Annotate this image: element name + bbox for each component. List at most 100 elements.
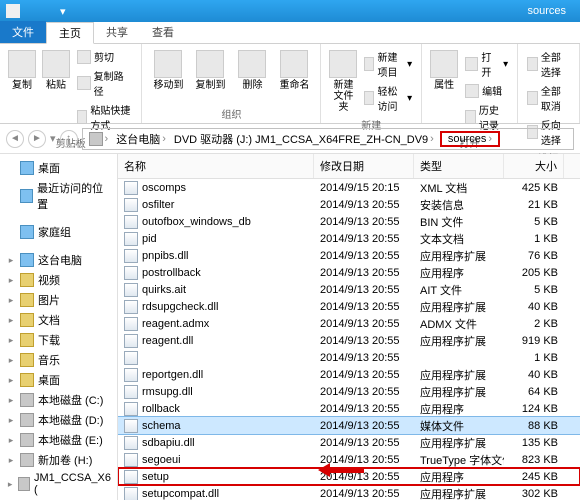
file-size: 124 KB [504, 402, 564, 416]
forward-button[interactable]: ► [28, 130, 46, 148]
file-row[interactable]: setupcompat.dll 2014/9/13 20:55 应用程序扩展 3… [118, 485, 580, 500]
sidebar-item[interactable]: ▸桌面 [2, 370, 115, 390]
qat-dropdown-icon[interactable]: ▾ [60, 5, 72, 17]
file-icon [124, 385, 138, 399]
delete-button[interactable]: 删除 [232, 48, 272, 93]
file-row[interactable]: reportgen.dll 2014/9/13 20:55 应用程序扩展 40 … [118, 366, 580, 383]
column-date[interactable]: 修改日期 [314, 154, 414, 178]
sidebar-label: 家庭组 [38, 224, 71, 240]
file-row[interactable]: osfilter 2014/9/13 20:55 安装信息 21 KB [118, 196, 580, 213]
file-date: 2014/9/13 20:55 [314, 351, 414, 365]
sidebar-label: 本地磁盘 (C:) [38, 392, 103, 408]
select-all-button[interactable]: 全部选择 [524, 48, 573, 80]
properties-button[interactable]: 属性 [428, 48, 460, 93]
sidebar-item[interactable]: 桌面 [2, 158, 115, 178]
column-size[interactable]: 大小 [504, 154, 564, 178]
open-button[interactable]: 打开 ▾ [462, 48, 511, 80]
column-headers: 名称 修改日期 类型 大小 [118, 154, 580, 179]
file-name: reagent.admx [142, 318, 209, 330]
file-icon [124, 453, 138, 467]
select-none-button[interactable]: 全部取消 [524, 82, 573, 114]
rename-button[interactable]: 重命名 [274, 48, 314, 93]
file-row[interactable]: postrollback 2014/9/13 20:55 应用程序 205 KB [118, 264, 580, 281]
sidebar-item[interactable]: ▸JM1_CCSA_X6 ( [2, 470, 115, 498]
copy-to-icon [196, 50, 224, 78]
tab-home[interactable]: 主页 [46, 22, 94, 44]
file-row[interactable]: reagent.admx 2014/9/13 20:55 ADMX 文件 2 K… [118, 315, 580, 332]
sidebar-item[interactable]: 最近访问的位置 [2, 178, 115, 214]
sidebar-item[interactable]: ▸新加卷 (H:) [2, 450, 115, 470]
file-size: 40 KB [504, 368, 564, 382]
sidebar-item[interactable]: ▸本地磁盘 (D:) [2, 410, 115, 430]
tab-file[interactable]: 文件 [0, 21, 46, 43]
file-row[interactable]: reagent.dll 2014/9/13 20:55 应用程序扩展 919 K… [118, 332, 580, 349]
folder-icon [20, 373, 34, 387]
recent-dropdown-icon[interactable]: ▾ [50, 132, 56, 145]
column-type[interactable]: 类型 [414, 154, 504, 178]
qat-button[interactable] [42, 5, 54, 17]
breadcrumb-current[interactable]: sources› [440, 131, 500, 147]
file-icon [124, 470, 138, 484]
sidebar-item[interactable]: ▸文档 [2, 310, 115, 330]
file-name: rollback [142, 403, 180, 415]
easy-access-button[interactable]: 轻松访问 ▾ [361, 82, 415, 114]
file-row[interactable]: rdsupgcheck.dll 2014/9/13 20:55 应用程序扩展 4… [118, 298, 580, 315]
file-date: 2014/9/15 20:15 [314, 181, 414, 195]
copy-to-button[interactable]: 复制到 [190, 48, 230, 93]
new-item-icon [364, 57, 374, 71]
file-row[interactable]: outofbox_windows_db 2014/9/13 20:55 BIN … [118, 213, 580, 230]
sidebar-label: 本地磁盘 (E:) [38, 432, 103, 448]
sidebar-item[interactable]: ▸音乐 [2, 350, 115, 370]
new-folder-button[interactable]: 新建 文件夹 [327, 48, 359, 115]
new-item-button[interactable]: 新建项目 ▾ [361, 48, 415, 80]
open-icon [465, 57, 478, 71]
breadcrumb-bar[interactable]: › 这台电脑› DVD 驱动器 (J:) JM1_CCSA_X64FRE_ZH-… [82, 128, 574, 150]
disk-icon [18, 477, 30, 491]
file-name: setup [142, 471, 169, 483]
sidebar-header[interactable]: ▸这台电脑 [2, 250, 115, 270]
ribbon-tabs: 文件 主页 共享 查看 [0, 22, 580, 44]
tab-view[interactable]: 查看 [140, 21, 186, 43]
rename-icon [280, 50, 308, 78]
sidebar-item[interactable]: ▸本地磁盘 (E:) [2, 430, 115, 450]
folder-icon [20, 225, 34, 239]
file-row[interactable]: sdbapiu.dll 2014/9/13 20:55 应用程序扩展 135 K… [118, 434, 580, 451]
folder-icon [20, 313, 34, 327]
sidebar-label: 这台电脑 [38, 252, 82, 268]
cut-button[interactable]: 剪切 [74, 48, 135, 65]
file-row[interactable]: quirks.ait 2014/9/13 20:55 AIT 文件 5 KB [118, 281, 580, 298]
tab-share[interactable]: 共享 [94, 21, 140, 43]
file-row[interactable]: rollback 2014/9/13 20:55 应用程序 124 KB [118, 400, 580, 417]
file-row[interactable]: pid 2014/9/13 20:55 文本文档 1 KB [118, 230, 580, 247]
sidebar-item[interactable]: ▸视频 [2, 270, 115, 290]
sidebar-item[interactable]: ▸下载 [2, 330, 115, 350]
copy-path-button[interactable]: 复制路径 [74, 67, 135, 99]
move-to-button[interactable]: 移动到 [148, 48, 188, 93]
breadcrumb[interactable]: 这台电脑› [112, 131, 170, 147]
copy-button[interactable]: 复制 [6, 48, 38, 93]
breadcrumb[interactable]: DVD 驱动器 (J:) JM1_CCSA_X64FRE_ZH-CN_DV9› [170, 131, 438, 147]
file-row[interactable]: oscomps 2014/9/15 20:15 XML 文档 425 KB [118, 179, 580, 196]
file-row[interactable]: pnpibs.dll 2014/9/13 20:55 应用程序扩展 76 KB [118, 247, 580, 264]
disk-icon [20, 453, 34, 467]
cut-icon [77, 50, 91, 64]
sidebar-item[interactable]: ▸本地磁盘 (C:) [2, 390, 115, 410]
up-button[interactable]: ↑ [60, 130, 78, 148]
file-row[interactable]: rmsupg.dll 2014/9/13 20:55 应用程序扩展 64 KB [118, 383, 580, 400]
sidebar-item[interactable]: ▸图片 [2, 290, 115, 310]
sidebar-item[interactable]: 家庭组 [2, 222, 115, 242]
file-date: 2014/9/13 20:55 [314, 232, 414, 246]
folder-icon [20, 189, 34, 203]
paste-button[interactable]: 粘贴 [40, 48, 72, 93]
edit-button[interactable]: 编辑 [462, 82, 511, 99]
column-name[interactable]: 名称 [118, 154, 314, 178]
qat-button[interactable] [24, 5, 36, 17]
folder-icon [20, 161, 34, 175]
file-type: 文本文档 [414, 230, 504, 248]
file-name: pid [142, 233, 157, 245]
file-type: BIN 文件 [414, 213, 504, 231]
file-name: schema [142, 420, 181, 432]
file-row[interactable]: schema 2014/9/13 20:55 媒体文件 88 KB [118, 417, 580, 434]
back-button[interactable]: ◄ [6, 130, 24, 148]
file-row[interactable]: 2014/9/13 20:55 1 KB [118, 349, 580, 366]
